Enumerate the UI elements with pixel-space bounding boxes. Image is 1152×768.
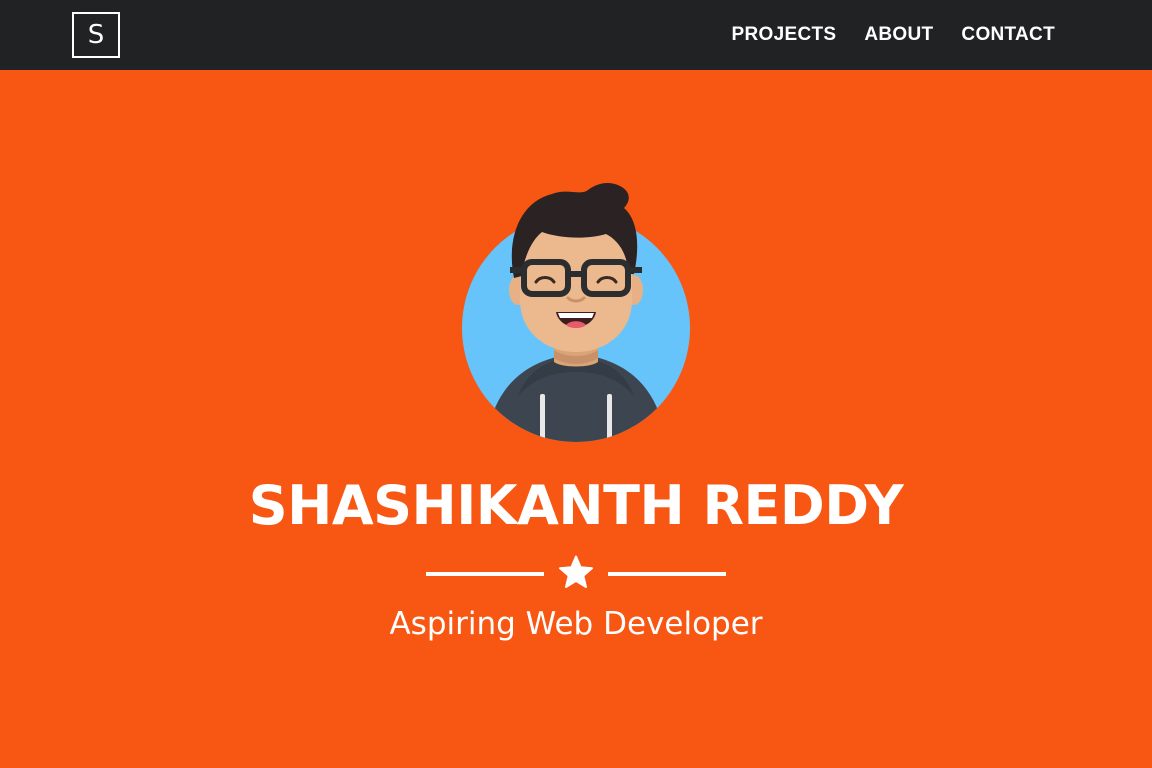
star-divider bbox=[426, 554, 726, 594]
avatar-illustration bbox=[462, 183, 690, 442]
divider-line-left bbox=[426, 572, 544, 576]
nav-links: PROJECTS ABOUT CONTACT bbox=[732, 0, 1055, 70]
navbar: S PROJECTS ABOUT CONTACT bbox=[0, 0, 1152, 70]
avatar bbox=[456, 182, 696, 448]
hero-section: SHASHIKANTH REDDY Aspiring Web Developer bbox=[0, 70, 1152, 768]
divider-line-right bbox=[608, 572, 726, 576]
star-icon bbox=[559, 555, 593, 588]
nav-link-about[interactable]: ABOUT bbox=[864, 24, 933, 46]
nav-link-projects[interactable]: PROJECTS bbox=[732, 24, 837, 46]
brand-logo-link[interactable]: S bbox=[72, 12, 120, 58]
hero-name: SHASHIKANTH REDDY bbox=[248, 474, 904, 537]
nav-link-contact[interactable]: CONTACT bbox=[961, 24, 1055, 46]
hero-subtitle: Aspiring Web Developer bbox=[389, 606, 763, 642]
